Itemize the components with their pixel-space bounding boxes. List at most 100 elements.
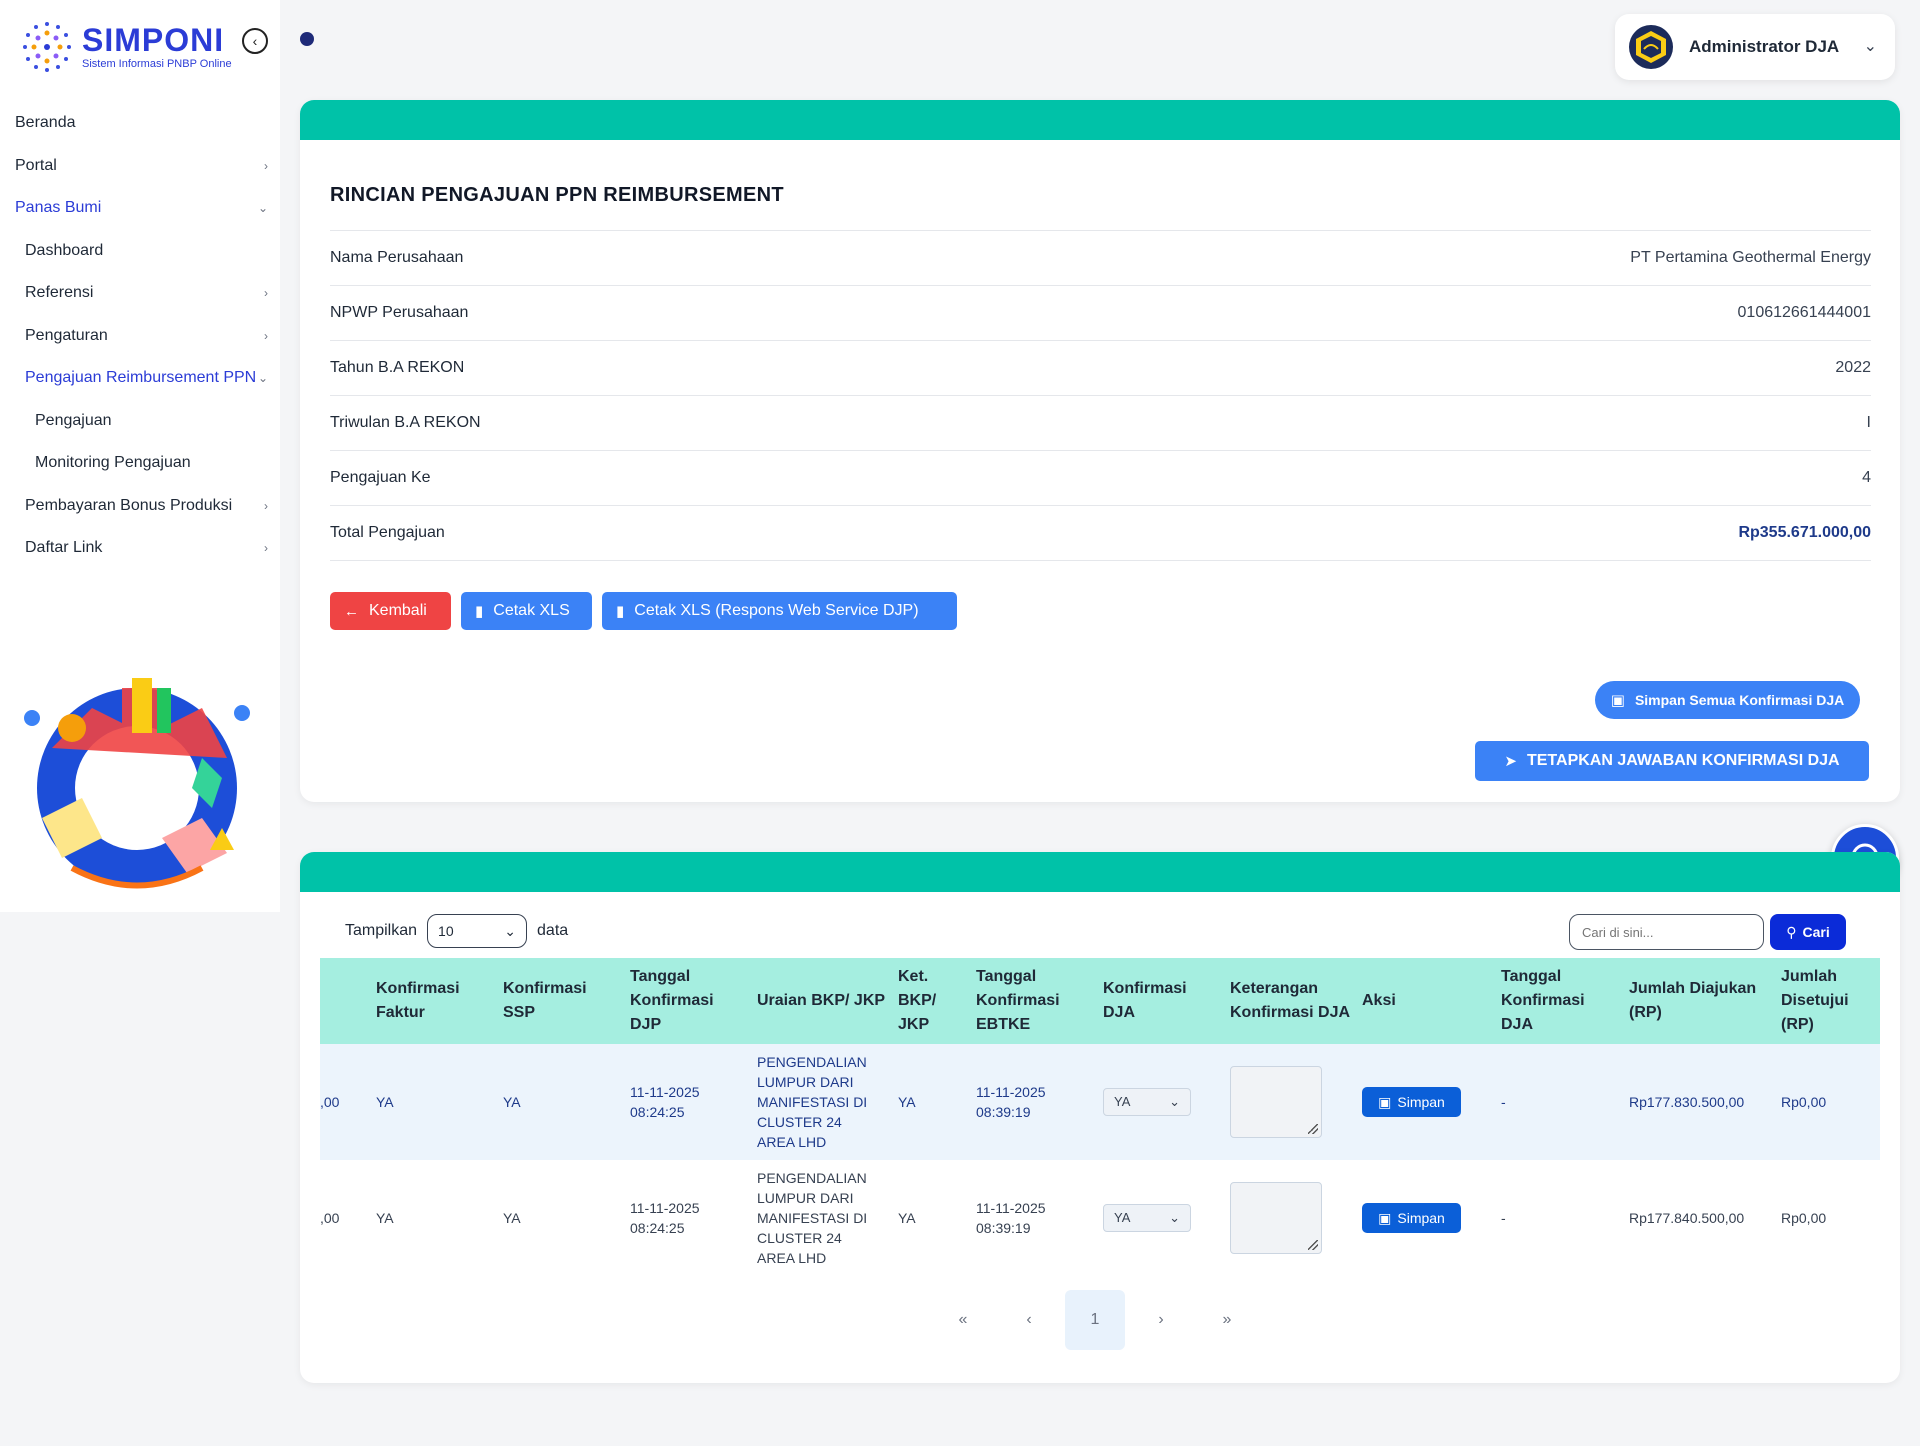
detail-card: RINCIAN PENGAJUAN PPN REIMBURSEMENT Nama… [300,100,1900,802]
sidebar-item-pengajuan[interactable]: Pengajuan [0,400,280,443]
simpan-semua-button[interactable]: ▣ Simpan Semua Konfirmasi DJA [1595,681,1860,719]
status-dot [300,32,314,46]
detail-row-triwulan: Triwulan B.A REKON I [330,396,1871,451]
sidebar: SIMPONI Sistem Informasi PNBP Online ‹ B… [0,0,280,912]
column-header: Jumlah Disetujui (RP) [1781,968,1849,1033]
detail-value: 010612661444001 [1737,304,1871,321]
logo-title: SIMPONI [82,22,225,58]
detail-list: Nama Perusahaan PT Pertamina Geothermal … [330,230,1871,561]
sidebar-item-label: Beranda [15,114,76,132]
sidebar-item-pengajuan-reimbursement-ppn[interactable]: Pengajuan Reimbursement PPN ⌄ [0,357,280,400]
cetak-xls-djp-button[interactable]: ▮ Cetak XLS (Respons Web Service DJP) [602,592,957,630]
sidebar-item-panas-bumi[interactable]: Panas Bumi ⌄ [0,187,280,230]
first-page-button[interactable]: « [933,1290,993,1350]
logo-dots-icon [16,16,78,78]
file-excel-icon: ▮ [616,603,625,620]
table-row: ,00 YA YA 11-11-2025 08:24:25 PENGENDALI… [320,1160,1880,1276]
column-header: Aksi [1362,992,1396,1009]
table-cell: ,00 [320,1210,340,1226]
sidebar-item-beranda[interactable]: Beranda [0,102,280,145]
table-cell: 11-11-2025 08:24:25 [630,1200,700,1236]
page-length-control: Tampilkan 10 ⌄ data [345,914,568,948]
table-row: ,00 YA YA 11-11-2025 08:24:25 PENGENDALI… [320,1044,1880,1160]
page-length-value: 10 [438,923,454,939]
simpan-row-button[interactable]: ▣ Simpan [1362,1087,1461,1117]
prev-page-button[interactable]: ‹ [999,1290,1059,1350]
sidebar-item-label: Pengaturan [25,326,108,344]
column-header: Tanggal Konfirmasi DJP [630,968,714,1033]
search-button[interactable]: ⚲ Cari [1770,914,1846,950]
table-cell: - [1501,1210,1506,1226]
search-button-label: Cari [1802,924,1830,940]
next-page-button[interactable]: › [1131,1290,1191,1350]
data-label: data [537,922,569,939]
tetapkan-button[interactable]: ➤ TETAPKAN JAWABAN KONFIRMASI DJA [1475,741,1869,781]
simpan-label: Simpan [1397,1210,1445,1226]
konfirmasi-dja-select[interactable]: YA ⌄ [1103,1088,1191,1116]
user-menu[interactable]: Administrator DJA ⌄ [1615,14,1895,80]
column-header: Konfirmasi SSP [503,980,587,1021]
keterangan-textarea[interactable] [1230,1066,1322,1138]
total-pengajuan-value: Rp355.671.000,00 [1738,524,1871,541]
column-header [320,958,365,1044]
column-header: Ket. BKP/ JKP [898,968,937,1033]
kembali-button[interactable]: ← Kembali [330,592,451,630]
tetapkan-label: TETAPKAN JAWABAN KONFIRMASI DJA [1526,752,1840,769]
logo-subtitle: Sistem Informasi PNBP Online [82,58,232,70]
sidebar-item-pengaturan[interactable]: Pengaturan › [0,315,280,358]
sidebar-item-monitoring-pengajuan[interactable]: Monitoring Pengajuan [0,442,280,485]
sidebar-item-referensi[interactable]: Referensi › [0,272,280,315]
table-cell: YA [376,1094,394,1110]
sidebar-item-dashboard[interactable]: Dashboard [0,230,280,273]
chevron-down-icon: ⌄ [504,922,517,939]
detail-row-npwp: NPWP Perusahaan 010612661444001 [330,286,1871,341]
save-icon: ▣ [1610,692,1625,709]
page-1-button[interactable]: 1 [1065,1290,1125,1350]
simpan-row-button[interactable]: ▣ Simpan [1362,1203,1461,1233]
sidebar-nav: Beranda Portal › Panas Bumi ⌄ Dashboard … [0,102,280,570]
konfirmasi-dja-select[interactable]: YA ⌄ [1103,1204,1191,1232]
chevron-right-icon: › [264,541,268,556]
detail-label: Nama Perusahaan [330,249,464,266]
sidebar-item-daftar-link[interactable]: Daftar Link › [0,527,280,570]
konfirmasi-dja-value: YA [1114,1210,1131,1225]
column-header: Konfirmasi Faktur [376,980,460,1021]
search-input[interactable] [1569,914,1764,950]
chevron-left-icon: ‹ [252,33,258,49]
detail-label: Tahun B.A REKON [330,359,465,376]
page-length-select[interactable]: 10 ⌄ [427,914,528,948]
pagination: « ‹ 1 › » [933,1290,1263,1350]
chevron-right-icon: › [264,328,268,343]
table-header: Konfirmasi Faktur Konfirmasi SSP Tanggal… [320,958,1880,1044]
chevron-down-icon: ⌄ [1169,1210,1180,1225]
sidebar-item-label: Pembayaran Bonus Produksi [25,496,233,514]
detail-row-total: Total Pengajuan Rp355.671.000,00 [330,506,1871,561]
simpan-label: Simpan [1397,1094,1445,1110]
detail-value: 2022 [1835,359,1871,376]
simponi-logo[interactable]: SIMPONI Sistem Informasi PNBP Online [16,16,232,78]
sidebar-illustration [12,668,262,908]
column-header: Jumlah Diajukan (RP) [1629,980,1757,1021]
table-search: ⚲ Cari [1569,914,1846,950]
sidebar-item-label: Daftar Link [25,539,103,557]
page-title: RINCIAN PENGAJUAN PPN REIMBURSEMENT [330,184,784,206]
card-header-band [300,852,1900,892]
column-header: Tanggal Konfirmasi DJA [1501,968,1585,1033]
sidebar-item-label: Pengajuan Reimbursement PPN [25,369,257,387]
sidebar-collapse-button[interactable]: ‹ [242,28,268,54]
sidebar-item-label: Pengajuan [35,411,112,429]
cetak-xls-button[interactable]: ▮ Cetak XLS [461,592,592,630]
sidebar-item-label: Panas Bumi [15,199,102,217]
simpan-semua-label: Simpan Semua Konfirmasi DJA [1634,692,1845,708]
last-page-button[interactable]: » [1197,1290,1257,1350]
sidebar-item-label: Portal [15,156,57,174]
keterangan-textarea[interactable] [1230,1182,1322,1254]
sidebar-item-portal[interactable]: Portal › [0,145,280,188]
table-cell: ▣ Simpan [1351,1087,1490,1117]
table-cell: YA [898,1094,916,1110]
save-icon: ▣ [1378,1094,1392,1110]
konfirmasi-table: Konfirmasi Faktur Konfirmasi SSP Tanggal… [320,958,1880,1276]
table-cell: - [1501,1094,1506,1110]
sidebar-item-pembayaran-bonus-produksi[interactable]: Pembayaran Bonus Produksi › [0,485,280,528]
detail-label: Triwulan B.A REKON [330,414,481,431]
